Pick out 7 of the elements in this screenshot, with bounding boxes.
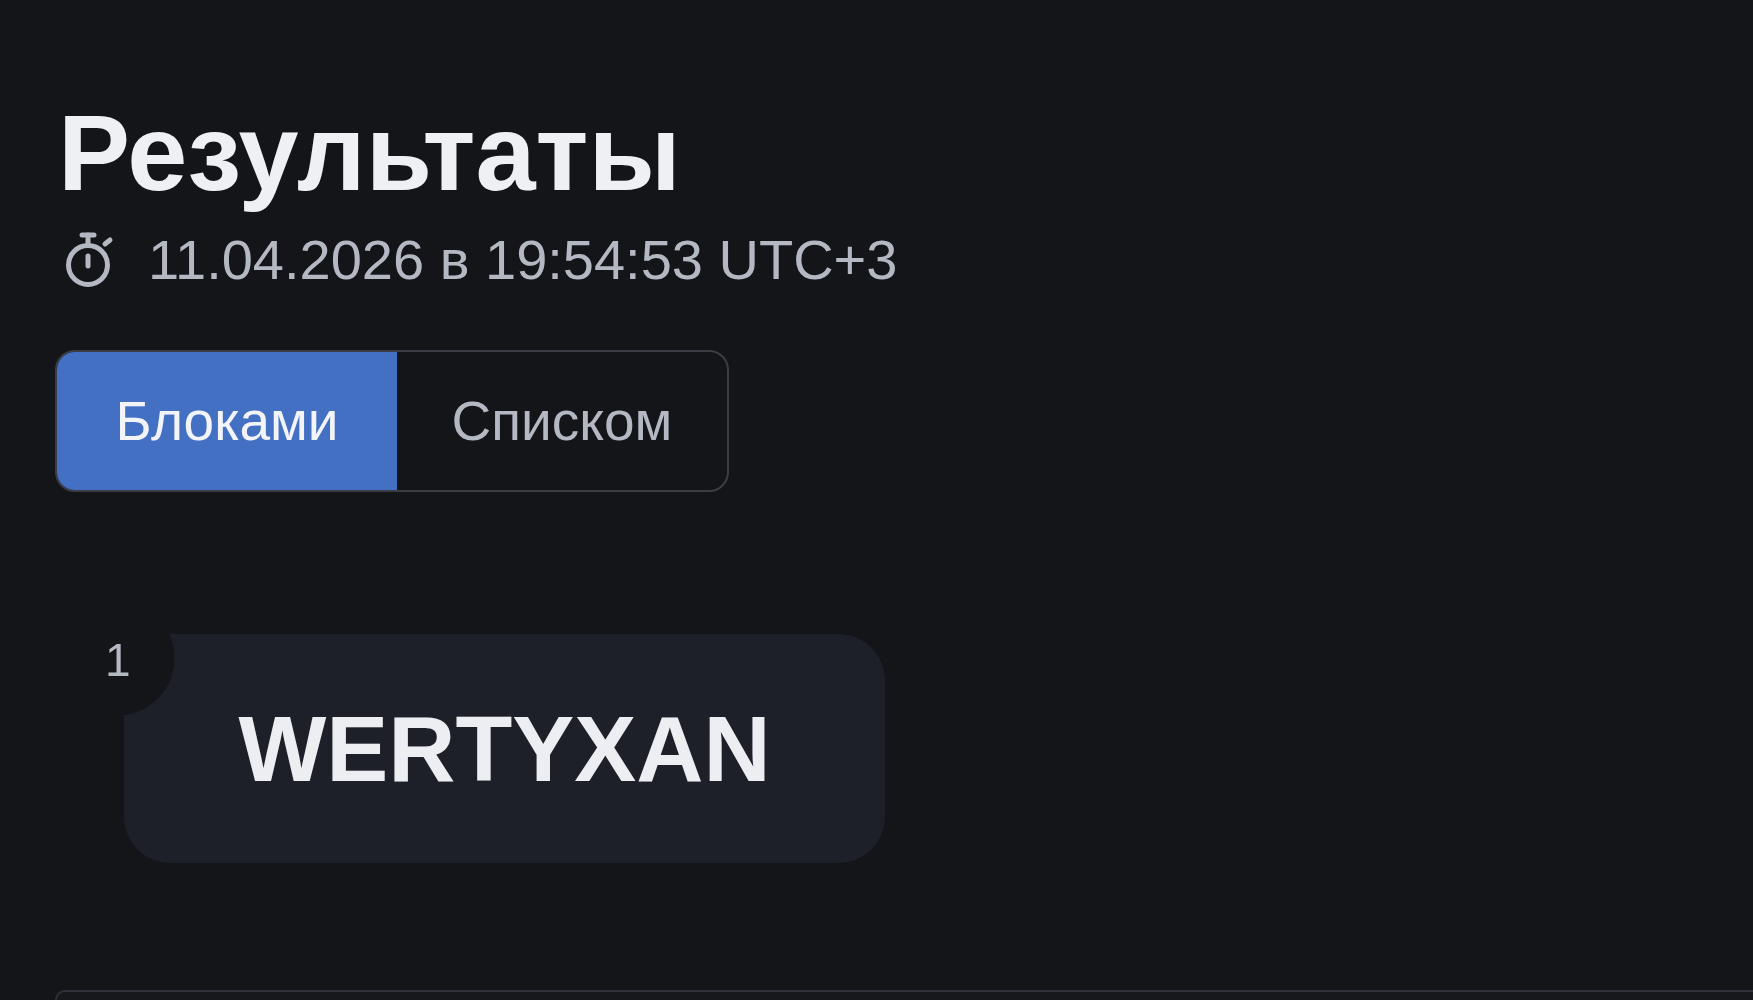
page-title: Результаты — [58, 91, 681, 215]
timestamp: 11.04.2026 в 19:54:53 UTC+3 — [148, 229, 898, 291]
view-tab[interactable]: Блоками — [57, 352, 397, 491]
view-tab[interactable]: Списком — [397, 352, 727, 491]
rank-number: 1 — [105, 637, 131, 684]
stopwatch-icon — [65, 232, 114, 289]
result-name: WERTYXAN — [238, 697, 771, 800]
